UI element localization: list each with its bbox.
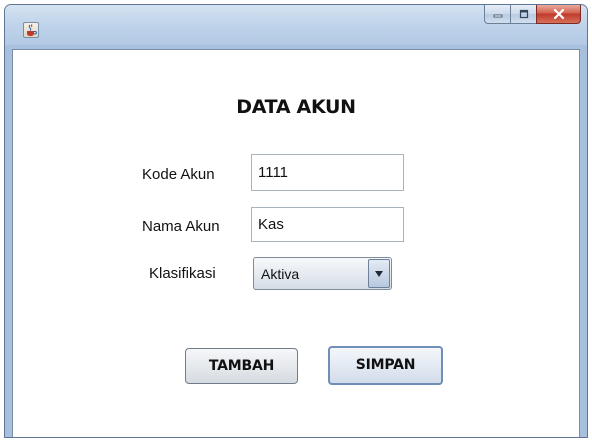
close-button[interactable] [536,5,581,24]
application-window: DATA AKUN Kode Akun 1111 Nama Akun Kas K… [4,4,588,438]
nama-akun-label: Nama Akun [142,218,220,235]
dropdown-arrow-button[interactable] [368,259,390,288]
klasifikasi-label: Klasifikasi [149,265,216,282]
kode-akun-label: Kode Akun [142,166,215,183]
maximize-button[interactable] [510,5,536,24]
java-cup-icon[interactable] [23,22,39,38]
tambah-button[interactable]: TAMBAH [185,348,298,384]
title-bar[interactable] [5,5,587,45]
chevron-down-icon [375,270,383,277]
window-controls [484,5,581,26]
minimize-button[interactable] [484,5,510,24]
maximize-icon [519,9,528,19]
minimize-icon [493,14,502,18]
klasifikasi-selected-value: Aktiva [261,265,300,282]
simpan-button[interactable]: SIMPAN [328,346,443,385]
klasifikasi-dropdown[interactable]: Aktiva [253,257,392,290]
close-icon [553,9,564,19]
nama-akun-field[interactable]: Kas [251,207,404,242]
form-panel: DATA AKUN Kode Akun 1111 Nama Akun Kas K… [12,49,580,437]
form-title: DATA AKUN [236,96,356,118]
kode-akun-field[interactable]: 1111 [251,154,404,191]
